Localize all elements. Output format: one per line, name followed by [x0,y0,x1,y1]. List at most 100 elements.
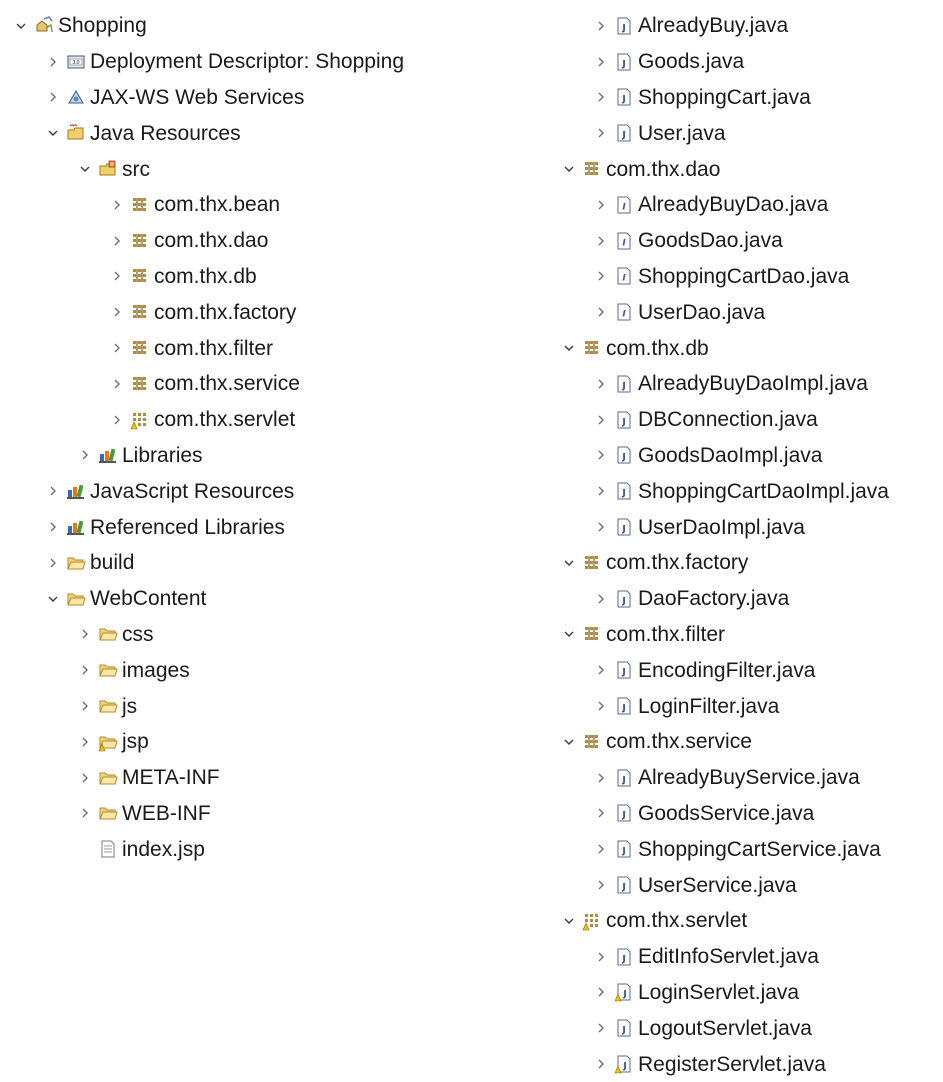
tree-item-java-resources[interactable]: Java Resources [0,115,540,151]
tree-item-build[interactable]: build [0,545,540,581]
chevron-right-icon[interactable] [40,56,66,68]
tree-item-images[interactable]: images [0,652,540,688]
tree-item-com-thx-db[interactable]: com.thx.db [0,259,540,295]
chevron-right-icon[interactable] [588,700,614,712]
tree-item-encodingfilter-java[interactable]: J EncodingFilter.java [530,652,943,688]
chevron-right-icon[interactable] [588,199,614,211]
chevron-right-icon[interactable] [588,449,614,461]
chevron-right-icon[interactable] [588,772,614,784]
tree-item-shoppingcartdaoimpl-java[interactable]: J ShoppingCartDaoImpl.java [530,473,943,509]
chevron-down-icon[interactable] [556,163,582,175]
chevron-right-icon[interactable] [40,91,66,103]
tree-item-libraries[interactable]: Libraries [0,438,540,474]
chevron-right-icon[interactable] [40,485,66,497]
chevron-right-icon[interactable] [588,20,614,32]
tree-item-alreadybuydaoimpl-java[interactable]: J AlreadyBuyDaoImpl.java [530,366,943,402]
tree-item-deployment-descriptor-shopping[interactable]: 3.0 Deployment Descriptor: Shopping [0,44,540,80]
tree-item-src[interactable]: src [0,151,540,187]
tree-item-web-inf[interactable]: WEB-INF [0,796,540,832]
chevron-right-icon[interactable] [588,593,614,605]
chevron-right-icon[interactable] [588,664,614,676]
tree-item-com-thx-filter[interactable]: com.thx.filter [530,617,943,653]
chevron-right-icon[interactable] [104,235,130,247]
tree-item-javascript-resources[interactable]: JavaScript Resources [0,473,540,509]
tree-item-dbconnection-java[interactable]: J DBConnection.java [530,402,943,438]
chevron-right-icon[interactable] [72,736,98,748]
tree-item-com-thx-db[interactable]: com.thx.db [530,330,943,366]
chevron-right-icon[interactable] [104,306,130,318]
chevron-down-icon[interactable] [40,593,66,605]
chevron-right-icon[interactable] [588,235,614,247]
chevron-right-icon[interactable] [72,449,98,461]
tree-item-com-thx-factory[interactable]: com.thx.factory [0,294,540,330]
tree-item-com-thx-service[interactable]: com.thx.service [530,724,943,760]
chevron-right-icon[interactable] [588,485,614,497]
tree-item-editinfoservlet-java[interactable]: J EditInfoServlet.java [530,939,943,975]
chevron-down-icon[interactable] [556,915,582,927]
chevron-right-icon[interactable] [588,843,614,855]
chevron-right-icon[interactable] [104,414,130,426]
chevron-right-icon[interactable] [588,807,614,819]
tree-item-com-thx-filter[interactable]: com.thx.filter [0,330,540,366]
tree-item-loginservlet-java[interactable]: J LoginServlet.java [530,975,943,1011]
tree-item-com-thx-servlet[interactable]: com.thx.servlet [0,402,540,438]
chevron-right-icon[interactable] [588,127,614,139]
chevron-right-icon[interactable] [588,306,614,318]
tree-item-alreadybuyservice-java[interactable]: J AlreadyBuyService.java [530,760,943,796]
tree-item-jsp[interactable]: jsp [0,724,540,760]
chevron-right-icon[interactable] [104,378,130,390]
chevron-right-icon[interactable] [588,951,614,963]
tree-item-registerservlet-java[interactable]: J RegisterServlet.java [530,1046,943,1082]
chevron-right-icon[interactable] [40,557,66,569]
tree-item-shoppingcartdao-java[interactable]: I ShoppingCartDao.java [530,259,943,295]
chevron-right-icon[interactable] [588,986,614,998]
tree-item-shoppingcartservice-java[interactable]: J ShoppingCartService.java [530,831,943,867]
chevron-right-icon[interactable] [588,414,614,426]
chevron-right-icon[interactable] [72,628,98,640]
tree-item-userdaoimpl-java[interactable]: J UserDaoImpl.java [530,509,943,545]
tree-item-css[interactable]: css [0,617,540,653]
chevron-right-icon[interactable] [588,270,614,282]
chevron-down-icon[interactable] [72,163,98,175]
chevron-down-icon[interactable] [8,20,34,32]
tree-item-com-thx-dao[interactable]: com.thx.dao [0,223,540,259]
chevron-down-icon[interactable] [556,557,582,569]
tree-item-referenced-libraries[interactable]: Referenced Libraries [0,509,540,545]
tree-item-com-thx-factory[interactable]: com.thx.factory [530,545,943,581]
tree-item-webcontent[interactable]: WebContent [0,581,540,617]
tree-item-com-thx-service[interactable]: com.thx.service [0,366,540,402]
chevron-right-icon[interactable] [72,772,98,784]
tree-item-goodsservice-java[interactable]: J GoodsService.java [530,796,943,832]
chevron-right-icon[interactable] [72,700,98,712]
tree-item-goodsdaoimpl-java[interactable]: J GoodsDaoImpl.java [530,438,943,474]
tree-item-jax-ws-web-services[interactable]: JAX-WS Web Services [0,80,540,116]
chevron-right-icon[interactable] [588,56,614,68]
tree-item-userservice-java[interactable]: J UserService.java [530,867,943,903]
tree-item-alreadybuy-java[interactable]: J AlreadyBuy.java [530,8,943,44]
tree-item-loginfilter-java[interactable]: J LoginFilter.java [530,688,943,724]
tree-item-userdao-java[interactable]: I UserDao.java [530,294,943,330]
chevron-right-icon[interactable] [588,879,614,891]
tree-item-meta-inf[interactable]: META-INF [0,760,540,796]
chevron-right-icon[interactable] [104,342,130,354]
tree-item-com-thx-dao[interactable]: com.thx.dao [530,151,943,187]
tree-item-alreadybuydao-java[interactable]: I AlreadyBuyDao.java [530,187,943,223]
chevron-right-icon[interactable] [588,1058,614,1070]
chevron-right-icon[interactable] [588,1022,614,1034]
chevron-down-icon[interactable] [556,736,582,748]
tree-item-com-thx-servlet[interactable]: com.thx.servlet [530,903,943,939]
tree-item-user-java[interactable]: J User.java [530,115,943,151]
chevron-right-icon[interactable] [588,521,614,533]
tree-item-js[interactable]: js [0,688,540,724]
tree-item-com-thx-bean[interactable]: com.thx.bean [0,187,540,223]
tree-item-shoppingcart-java[interactable]: J ShoppingCart.java [530,80,943,116]
tree-item-daofactory-java[interactable]: J DaoFactory.java [530,581,943,617]
tree-item-goodsdao-java[interactable]: I GoodsDao.java [530,223,943,259]
chevron-down-icon[interactable] [40,127,66,139]
chevron-right-icon[interactable] [72,664,98,676]
tree-item-index-jsp[interactable]: index.jsp [0,831,540,867]
chevron-right-icon[interactable] [588,91,614,103]
chevron-right-icon[interactable] [40,521,66,533]
tree-item-goods-java[interactable]: J Goods.java [530,44,943,80]
chevron-right-icon[interactable] [72,807,98,819]
